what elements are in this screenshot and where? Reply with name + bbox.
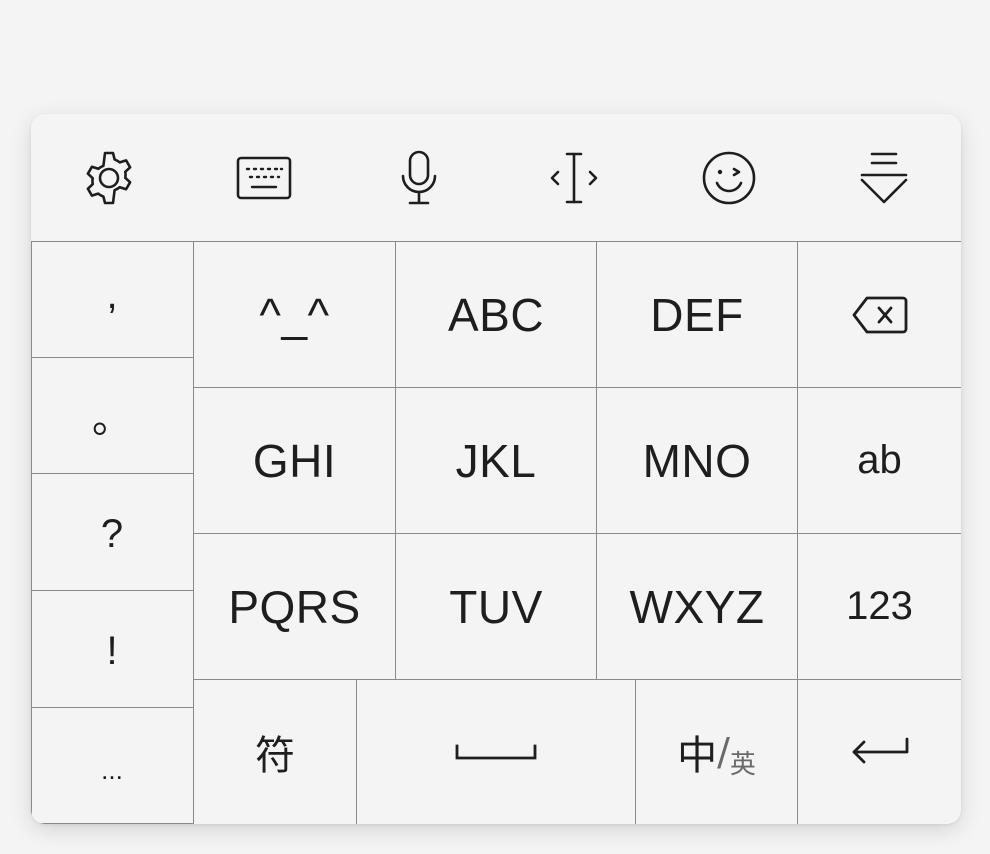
microphone-icon: [401, 150, 436, 205]
language-toggle-key[interactable]: 中 / 英: [636, 680, 797, 824]
emoji-wink-icon: [702, 151, 755, 205]
t9-keyboard: , 。 ? ! ... ^_^ ABC DEF GHI JKL MNO ab P…: [31, 114, 961, 824]
collapse-keyboard-icon: [860, 152, 907, 204]
settings-button[interactable]: [31, 114, 186, 242]
key-wxyz[interactable]: WXYZ: [597, 534, 797, 679]
key-pqrs[interactable]: PQRS: [194, 534, 395, 679]
grid-line: [31, 823, 193, 824]
key-mno[interactable]: MNO: [597, 388, 797, 533]
language-primary-label: 中: [677, 733, 718, 779]
hide-keyboard-button[interactable]: [806, 114, 961, 242]
key-ghi[interactable]: GHI: [194, 388, 395, 533]
key-english-lowercase[interactable]: ab: [798, 388, 961, 533]
key-period[interactable]: 。: [31, 358, 193, 473]
key-abc[interactable]: ABC: [396, 242, 596, 387]
key-exclamation[interactable]: !: [31, 591, 193, 707]
key-comma[interactable]: ,: [31, 242, 193, 357]
key-jkl[interactable]: JKL: [396, 388, 596, 533]
key-tuv[interactable]: TUV: [396, 534, 596, 679]
key-ellipsis[interactable]: ...: [31, 708, 193, 823]
enter-key[interactable]: [798, 680, 961, 824]
cursor-control-button[interactable]: [496, 114, 651, 242]
key-def[interactable]: DEF: [597, 242, 797, 387]
key-numbers[interactable]: 123: [798, 534, 961, 679]
key-question[interactable]: ?: [31, 474, 193, 590]
backspace-icon: [852, 296, 907, 333]
keyboard-toolbar: [31, 114, 961, 242]
keyboard-switch-button[interactable]: [186, 114, 341, 242]
gear-icon: [86, 151, 131, 205]
space-icon: [455, 744, 537, 760]
key-emoticon[interactable]: ^_^: [194, 242, 395, 387]
enter-icon: [852, 737, 908, 764]
keyboard-icon: [236, 156, 291, 200]
text-cursor-icon: [550, 152, 597, 204]
voice-input-button[interactable]: [341, 114, 496, 242]
language-slash: /: [717, 730, 730, 774]
space-key[interactable]: [357, 680, 635, 824]
key-symbols[interactable]: 符: [194, 680, 356, 824]
language-secondary-label: 英: [729, 749, 756, 780]
emoji-button[interactable]: [651, 114, 806, 242]
backspace-key[interactable]: [798, 242, 961, 387]
